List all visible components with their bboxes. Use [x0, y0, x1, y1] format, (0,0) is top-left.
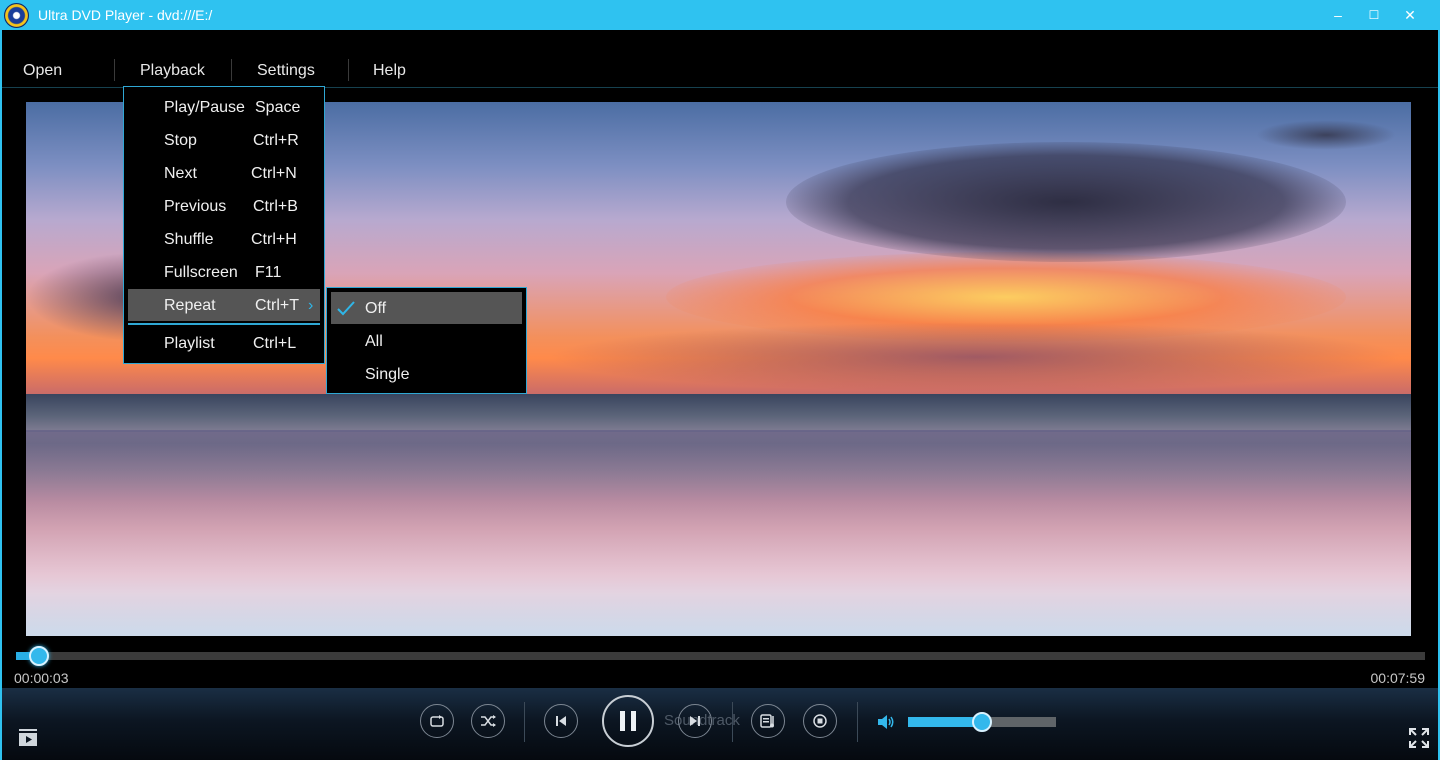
- menu-item-stop[interactable]: Stop Ctrl+R: [128, 124, 320, 156]
- menu-divider: [128, 323, 320, 325]
- menu-help[interactable]: Help: [373, 62, 406, 80]
- submenu-item-label: Off: [365, 300, 387, 317]
- menu-divider: [231, 59, 232, 81]
- previous-icon: [556, 716, 566, 726]
- pause-icon: [620, 711, 636, 731]
- volume-slider[interactable]: [908, 712, 1056, 732]
- submenu-arrow-icon: ›: [308, 297, 314, 314]
- menu-item-shortcut: Ctrl+B: [253, 198, 298, 215]
- menu-bar: Open Playback Settings Help: [2, 30, 1438, 88]
- minimize-icon: ‒: [1334, 7, 1342, 23]
- close-button[interactable]: ✕: [1392, 0, 1428, 30]
- menu-item-label: Stop: [164, 132, 197, 149]
- playlist-button[interactable]: [751, 704, 785, 738]
- total-time: 00:07:59: [1370, 670, 1426, 686]
- previous-button[interactable]: [544, 704, 578, 738]
- menu-item-label: Repeat: [164, 297, 216, 314]
- maximize-button[interactable]: ☐: [1356, 0, 1392, 30]
- current-time: 00:00:03: [14, 670, 69, 686]
- control-divider: [732, 702, 733, 742]
- menu-item-playlist[interactable]: Playlist Ctrl+L: [128, 327, 320, 359]
- menu-item-label: Fullscreen: [164, 264, 238, 281]
- menu-item-play-pause[interactable]: Play/Pause Space: [128, 91, 320, 123]
- library-button[interactable]: [17, 726, 39, 748]
- shuffle-icon: [481, 715, 496, 727]
- menu-item-shortcut: F11: [255, 264, 282, 281]
- volume-icon: [878, 715, 894, 729]
- next-button[interactable]: [678, 704, 712, 738]
- pause-button[interactable]: [602, 695, 654, 747]
- menu-item-shortcut: Ctrl+N: [251, 165, 297, 182]
- shuffle-button[interactable]: [471, 704, 505, 738]
- control-bar: Soundtrack: [2, 688, 1438, 760]
- repeat-icon: [430, 715, 444, 727]
- menu-item-shortcut: Space: [255, 99, 301, 116]
- menu-item-shortcut: Ctrl+L: [253, 335, 297, 352]
- fullscreen-icon: [1409, 728, 1429, 748]
- app-logo-icon: [4, 3, 29, 28]
- submenu-item-single[interactable]: Single: [331, 358, 522, 390]
- menu-item-label: Next: [164, 165, 197, 182]
- maximize-icon: ☐: [1368, 8, 1380, 22]
- control-divider: [857, 702, 858, 742]
- seek-handle[interactable]: [29, 646, 49, 666]
- playlist-icon: [760, 714, 774, 728]
- menu-divider: [348, 59, 349, 81]
- control-divider: [524, 702, 525, 742]
- submenu-item-label: Single: [365, 366, 410, 383]
- repeat-submenu: Off All Single: [326, 287, 527, 394]
- menu-item-shortcut: Ctrl+R: [253, 132, 299, 149]
- menu-item-shortcut: Ctrl+H: [251, 231, 297, 248]
- submenu-item-all[interactable]: All: [331, 325, 522, 357]
- video-cloud: [1256, 120, 1396, 150]
- video-cloud: [786, 142, 1346, 262]
- stop-button[interactable]: [803, 704, 837, 738]
- submenu-item-label: All: [365, 333, 383, 350]
- library-icon: [19, 729, 37, 746]
- menu-item-shuffle[interactable]: Shuffle Ctrl+H: [128, 223, 320, 255]
- close-icon: ✕: [1404, 6, 1416, 23]
- volume-handle[interactable]: [972, 712, 992, 732]
- menu-item-previous[interactable]: Previous Ctrl+B: [128, 190, 320, 222]
- stop-icon: [813, 714, 827, 728]
- playback-menu: Play/Pause Space Stop Ctrl+R Next Ctrl+N…: [123, 86, 325, 364]
- menu-open[interactable]: Open: [23, 62, 62, 80]
- menu-item-label: Shuffle: [164, 231, 214, 248]
- window-title: Ultra DVD Player - dvd:///E:/: [38, 7, 213, 23]
- window-border-left: [0, 30, 2, 760]
- menu-playback[interactable]: Playback: [140, 62, 205, 80]
- menu-item-label: Playlist: [164, 335, 215, 352]
- menu-item-label: Previous: [164, 198, 227, 215]
- repeat-button[interactable]: [420, 704, 454, 738]
- fullscreen-button[interactable]: [1408, 727, 1430, 749]
- title-bar: Ultra DVD Player - dvd:///E:/ ‒ ☐ ✕: [0, 0, 1440, 30]
- menu-settings[interactable]: Settings: [257, 62, 315, 80]
- video-cloud: [546, 322, 1406, 392]
- checkmark-icon: [337, 301, 355, 316]
- menu-item-repeat[interactable]: Repeat Ctrl+T ›: [128, 289, 320, 321]
- seek-bar[interactable]: [16, 646, 1425, 666]
- minimize-button[interactable]: ‒: [1320, 0, 1356, 30]
- video-horizon: [26, 394, 1411, 430]
- menu-item-shortcut: Ctrl+T: [255, 297, 299, 314]
- menu-item-label: Play/Pause: [164, 99, 245, 116]
- submenu-item-off[interactable]: Off: [331, 292, 522, 324]
- volume-slider-fill: [908, 717, 982, 727]
- volume-button[interactable]: [876, 712, 896, 732]
- menu-item-fullscreen[interactable]: Fullscreen F11: [128, 256, 320, 288]
- video-shore-reflection: [26, 432, 1411, 636]
- next-icon: [690, 716, 700, 726]
- menu-divider: [114, 59, 115, 81]
- menu-item-next[interactable]: Next Ctrl+N: [128, 157, 320, 189]
